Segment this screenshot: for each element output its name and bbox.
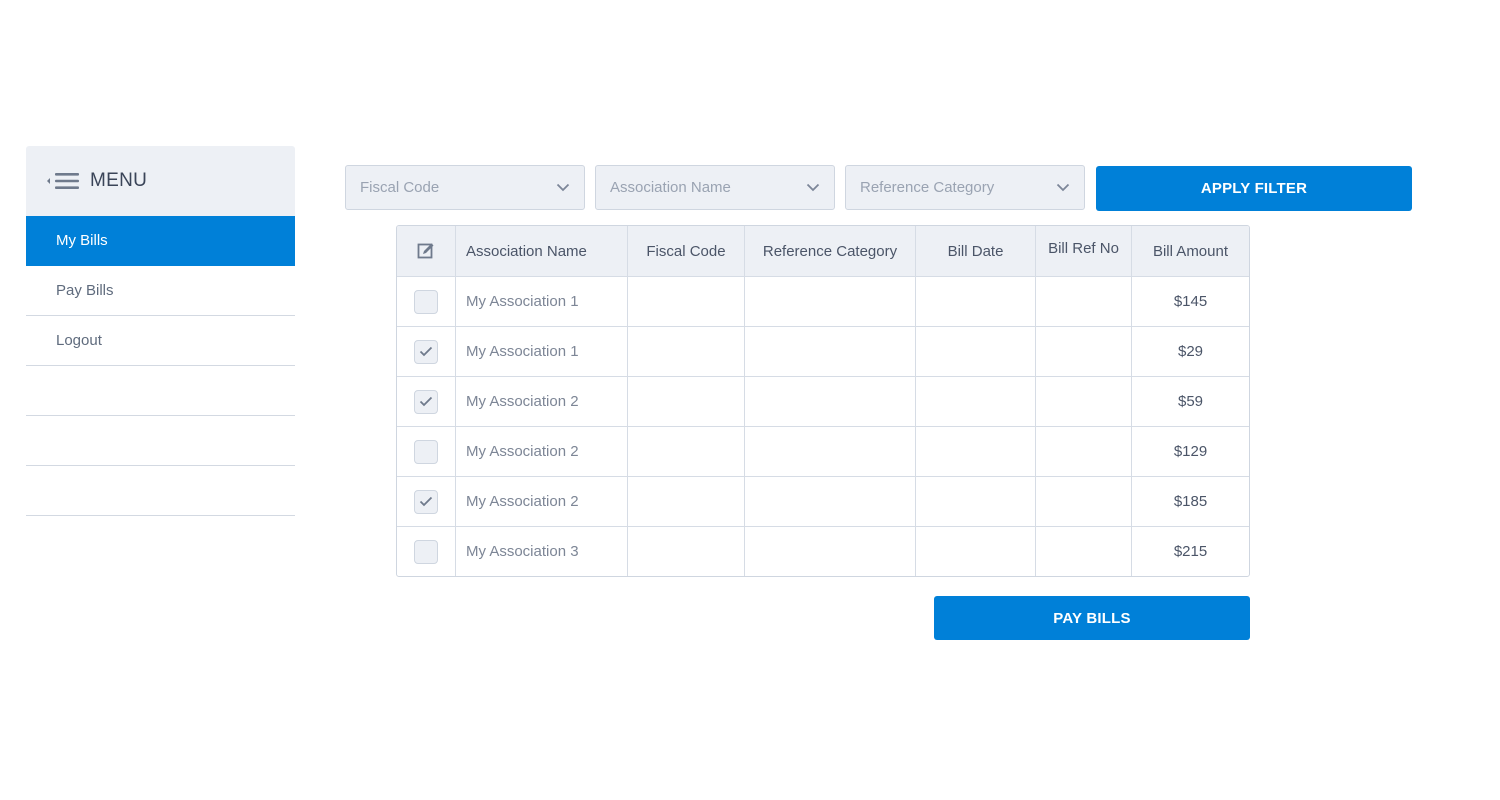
bill-amount-cell: $129 (1131, 427, 1249, 476)
table-row[interactable]: My Association 1 $145 (397, 276, 1249, 326)
row-select-cell (397, 527, 455, 576)
row-select-cell (397, 327, 455, 376)
checkmark-icon (419, 496, 433, 507)
bill-date-cell (915, 377, 1035, 426)
table-row[interactable]: My Association 1 $29 (397, 326, 1249, 376)
bill-date-cell (915, 527, 1035, 576)
sidebar-item-logout[interactable]: Logout (26, 316, 295, 366)
sidebar-item-empty (26, 416, 295, 466)
row-select-cell (397, 427, 455, 476)
bill-ref-no-cell (1035, 427, 1131, 476)
fiscal-code-cell (627, 427, 744, 476)
sidebar-item-empty (26, 366, 295, 416)
sidebar-item-label: My Bills (56, 232, 108, 249)
menu-collapse-icon[interactable] (46, 170, 80, 192)
association-name-cell: My Association 2 (455, 477, 627, 526)
association-name-cell: My Association 2 (455, 427, 627, 476)
row-select-cell (397, 277, 455, 326)
column-header-bill-ref-no[interactable]: Bill Ref No (1035, 226, 1131, 276)
fiscal-code-cell (627, 527, 744, 576)
checkmark-icon (419, 346, 433, 357)
reference-category-cell (744, 277, 915, 326)
column-header-reference-category[interactable]: Reference Category (744, 226, 915, 276)
row-checkbox[interactable] (414, 389, 438, 414)
fiscal-code-cell (627, 377, 744, 426)
table-row[interactable]: My Association 3 $215 (397, 526, 1249, 576)
reference-category-cell (744, 377, 915, 426)
fiscal-code-cell (627, 327, 744, 376)
apply-filter-button[interactable]: APPLY FILTER (1096, 166, 1412, 211)
reference-category-cell (744, 327, 915, 376)
column-header-association-name[interactable]: Association Name (455, 226, 627, 276)
reference-category-cell (744, 427, 915, 476)
row-checkbox[interactable] (414, 489, 438, 514)
row-checkbox[interactable] (414, 539, 438, 564)
association-name-cell: My Association 1 (455, 327, 627, 376)
bill-amount-cell: $29 (1131, 327, 1249, 376)
sidebar-item-pay-bills[interactable]: Pay Bills (26, 266, 295, 316)
association-name-cell: My Association 3 (455, 527, 627, 576)
table-header-row: Association Name Fiscal Code Reference C… (397, 226, 1249, 276)
bill-amount-cell: $215 (1131, 527, 1249, 576)
table-row[interactable]: My Association 2 $129 (397, 426, 1249, 476)
chevron-down-icon (1056, 183, 1070, 192)
select-all-cell (397, 226, 455, 276)
bills-table: Association Name Fiscal Code Reference C… (396, 225, 1250, 577)
pay-bills-button[interactable]: PAY BILLS (934, 596, 1250, 640)
bill-ref-no-cell (1035, 327, 1131, 376)
sidebar: MENU My Bills Pay Bills Logout (26, 146, 295, 516)
fiscal-code-cell (627, 277, 744, 326)
bill-amount-cell: $145 (1131, 277, 1249, 326)
bill-date-cell (915, 427, 1035, 476)
bill-amount-cell: $185 (1131, 477, 1249, 526)
row-select-cell (397, 377, 455, 426)
association-name-placeholder: Association Name (610, 179, 731, 196)
bill-date-cell (915, 277, 1035, 326)
bill-date-cell (915, 477, 1035, 526)
bill-date-cell (915, 327, 1035, 376)
sidebar-item-label: Pay Bills (56, 282, 114, 299)
sidebar-item-label: Logout (56, 332, 102, 349)
column-header-fiscal-code[interactable]: Fiscal Code (627, 226, 744, 276)
sidebar-item-empty (26, 466, 295, 516)
table-row[interactable]: My Association 2 $185 (397, 476, 1249, 526)
row-checkbox[interactable] (414, 439, 438, 464)
column-header-bill-amount[interactable]: Bill Amount (1131, 226, 1249, 276)
bill-amount-cell: $59 (1131, 377, 1249, 426)
row-select-cell (397, 477, 455, 526)
menu-title: MENU (90, 170, 148, 191)
bill-ref-no-cell (1035, 527, 1131, 576)
edit-checkbox-icon[interactable] (417, 242, 435, 260)
reference-category-placeholder: Reference Category (860, 179, 995, 196)
fiscal-code-placeholder: Fiscal Code (360, 179, 440, 196)
reference-category-select[interactable]: Reference Category (845, 165, 1085, 210)
column-header-bill-date[interactable]: Bill Date (915, 226, 1035, 276)
table-row[interactable]: My Association 2 $59 (397, 376, 1249, 426)
menu-header[interactable]: MENU (26, 146, 295, 216)
row-checkbox[interactable] (414, 289, 438, 314)
reference-category-cell (744, 477, 915, 526)
sidebar-item-my-bills[interactable]: My Bills (26, 216, 295, 266)
fiscal-code-cell (627, 477, 744, 526)
chevron-down-icon (556, 183, 570, 192)
chevron-down-icon (806, 183, 820, 192)
reference-category-cell (744, 527, 915, 576)
association-name-cell: My Association 2 (455, 377, 627, 426)
fiscal-code-select[interactable]: Fiscal Code (345, 165, 585, 210)
row-checkbox[interactable] (414, 339, 438, 364)
association-name-cell: My Association 1 (455, 277, 627, 326)
association-name-select[interactable]: Association Name (595, 165, 835, 210)
bill-ref-no-cell (1035, 377, 1131, 426)
bill-ref-no-cell (1035, 277, 1131, 326)
bill-ref-no-cell (1035, 477, 1131, 526)
checkmark-icon (419, 396, 433, 407)
